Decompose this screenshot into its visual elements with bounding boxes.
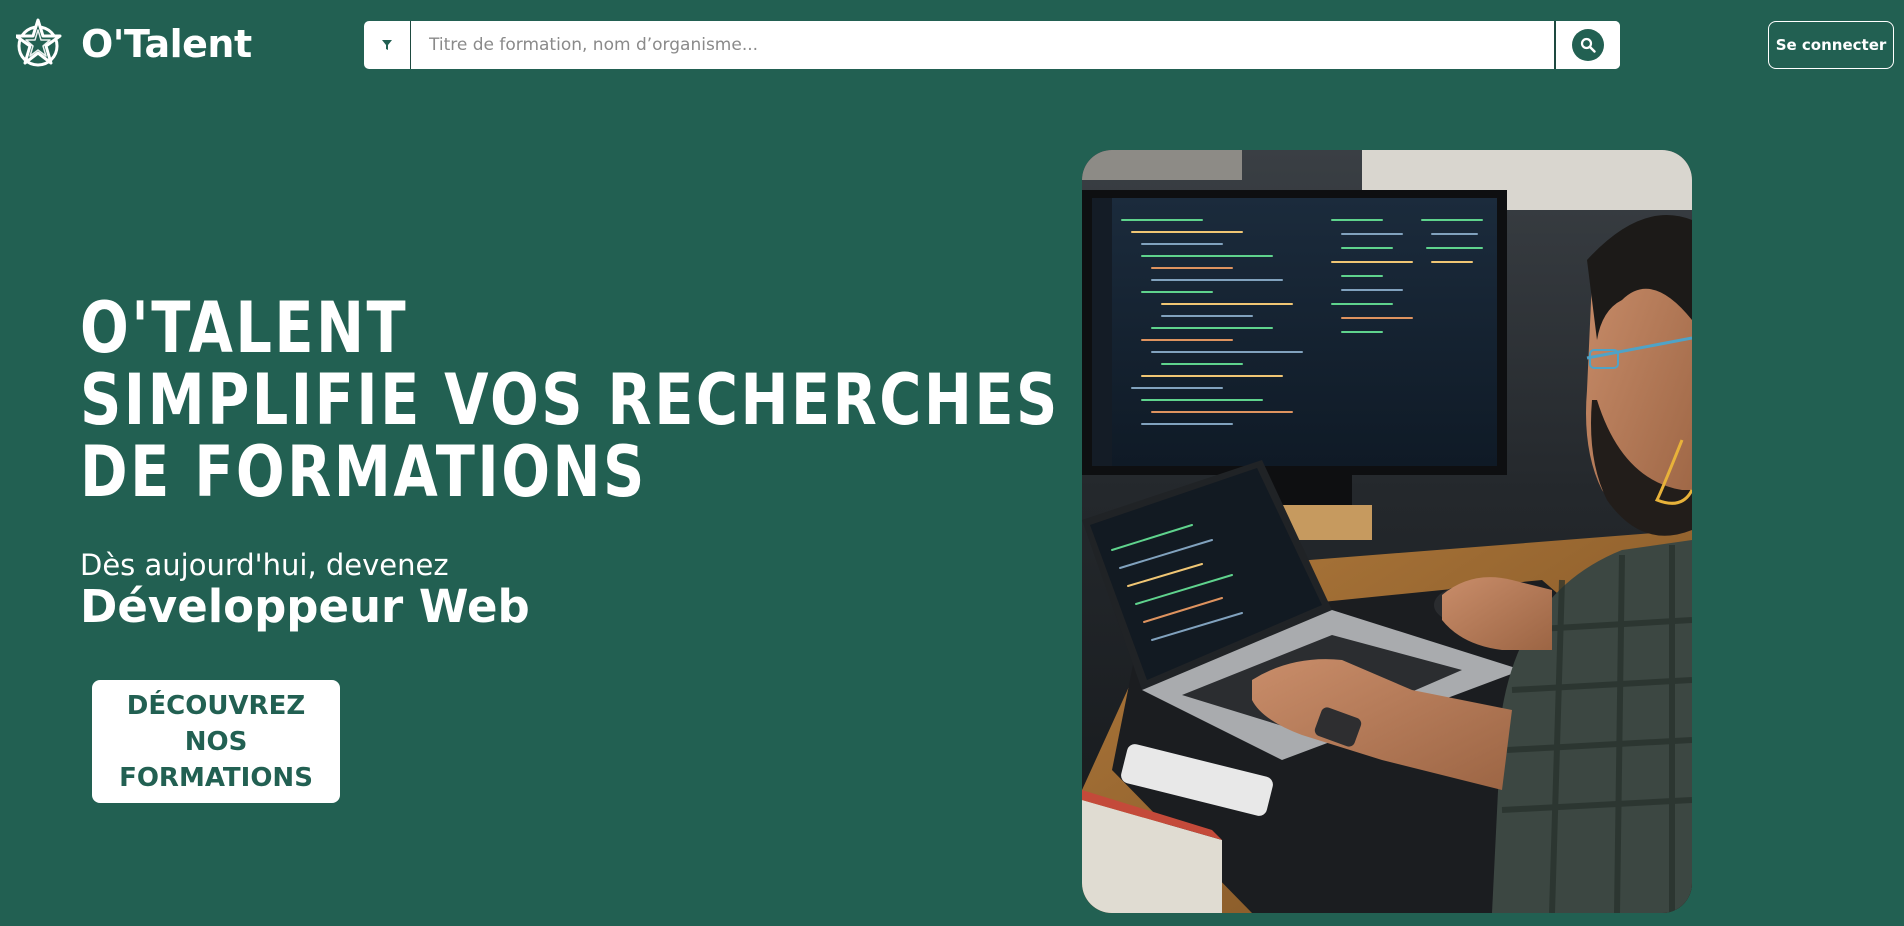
search-bar — [364, 21, 1620, 69]
star-logo-icon — [16, 18, 62, 67]
hero-photo — [1082, 150, 1692, 913]
hero-title-line: SIMPLIFIE VOS RECHERCHES — [80, 359, 1060, 441]
cta-label-line: DÉCOUVREZ — [126, 690, 306, 721]
hero-subtitle: Dès aujourd'hui, devenez — [80, 548, 449, 582]
brand-name: O'Talent — [81, 22, 252, 66]
login-button[interactable]: Se connecter — [1768, 21, 1894, 69]
hero-role: Développeur Web — [80, 580, 530, 633]
top-navbar: O'Talent Se connecter — [0, 0, 1904, 92]
search-input[interactable] — [411, 21, 1554, 69]
hero-title-line: O'TALENT — [80, 287, 409, 369]
developer-at-computer-photo — [1082, 150, 1692, 913]
search-icon-wrapper — [1572, 29, 1604, 61]
discover-formations-button[interactable]: DÉCOUVREZ NOS FORMATIONS — [92, 680, 340, 803]
cta-label-line: NOS — [184, 726, 248, 757]
search-submit-button[interactable] — [1554, 21, 1620, 69]
hero-title: O'TALENT SIMPLIFIE VOS RECHERCHES DE FOR… — [80, 292, 1060, 508]
brand-logo[interactable]: O'Talent — [16, 16, 252, 72]
hero-title-line: DE FORMATIONS — [80, 431, 647, 513]
filter-icon — [382, 40, 392, 50]
search-filter-button[interactable] — [364, 21, 411, 69]
cta-label-line: FORMATIONS — [119, 762, 313, 793]
search-icon — [1580, 37, 1596, 53]
